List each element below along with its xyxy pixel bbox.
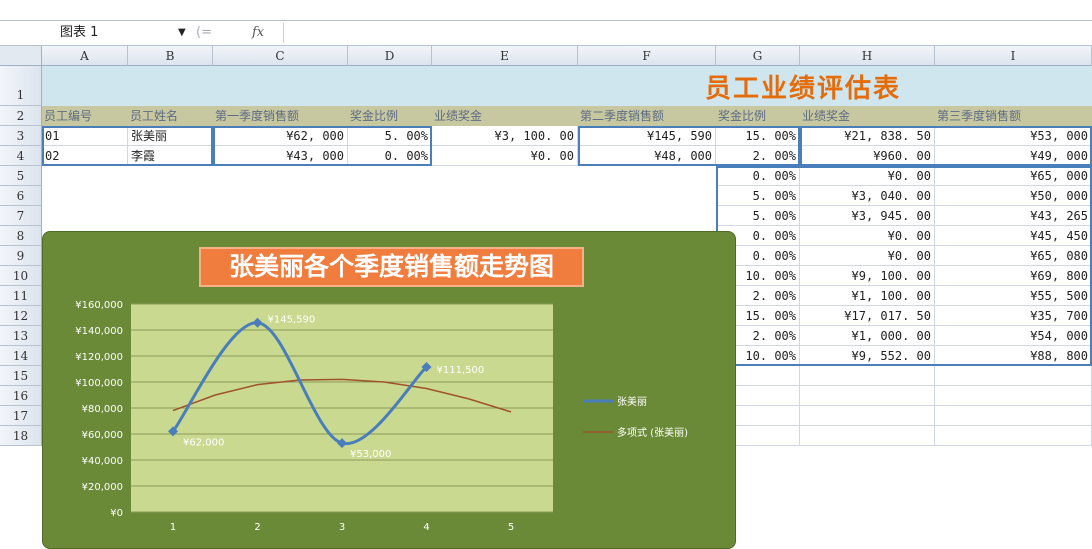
y-tick-label: ¥60,000	[82, 430, 123, 441]
sheet-title: 员工业绩评估表	[705, 74, 902, 104]
legend-label: 多项式 (张美丽)	[617, 426, 688, 439]
legend-label: 张美丽	[617, 395, 647, 408]
column-title: 员工编号	[44, 109, 93, 123]
y-tick-label: ¥40,000	[82, 456, 123, 467]
row-header-7[interactable]: 7	[0, 206, 42, 226]
row-header-15[interactable]: 15	[0, 366, 42, 386]
y-tick-label: ¥0	[110, 508, 123, 519]
data-label: ¥53,000	[350, 449, 391, 460]
column-header-H[interactable]: H	[800, 46, 935, 66]
row-header-12[interactable]: 12	[0, 306, 42, 326]
selection-box	[716, 166, 1092, 366]
row-header-10[interactable]: 10	[0, 266, 42, 286]
column-title: 第二季度销售额	[580, 109, 665, 123]
row-header-9[interactable]: 9	[0, 246, 42, 266]
column-header-A[interactable]: A	[42, 46, 128, 66]
row-header-17[interactable]: 17	[0, 406, 42, 426]
selection-box	[800, 126, 1092, 166]
selection-box	[578, 126, 800, 166]
chart-object[interactable]: 张美丽各个季度销售额走势图 ¥0 ¥20,000 ¥40,000 ¥60,000 ¥80…	[42, 231, 736, 549]
table-cell[interactable]	[935, 406, 1092, 426]
selection-box	[213, 126, 432, 166]
y-tick-label: ¥120,000	[75, 352, 123, 363]
x-tick-label: 1	[170, 522, 176, 533]
column-header-B[interactable]: B	[128, 46, 213, 66]
data-label: ¥62,000	[183, 437, 224, 448]
title-band	[42, 66, 1092, 106]
column-title: 员工姓名	[130, 109, 179, 123]
y-tick-label: ¥160,000	[75, 300, 123, 311]
table-cell[interactable]: ¥3, 100. 00	[432, 126, 578, 146]
data-label: ¥111,500	[437, 365, 485, 376]
table-cell[interactable]	[800, 366, 935, 386]
y-tick-label: ¥100,000	[75, 378, 123, 389]
insert-function-icon[interactable]: fx	[252, 22, 264, 44]
row-header-13[interactable]: 13	[0, 326, 42, 346]
table-cell[interactable]	[935, 386, 1092, 406]
column-title: 奖金比例	[718, 109, 767, 123]
column-title: 业绩奖金	[802, 109, 851, 123]
data-label: ¥145,590	[268, 315, 316, 326]
column-header-C[interactable]: C	[213, 46, 348, 66]
x-tick-label: 3	[339, 522, 345, 533]
table-cell[interactable]	[800, 426, 935, 446]
x-tick-label: 5	[508, 522, 514, 533]
formula-cancel-icon[interactable]: (=	[196, 22, 212, 44]
x-tick-label: 4	[423, 522, 429, 533]
y-tick-label: ¥140,000	[75, 326, 123, 337]
row-header-1[interactable]: 1	[0, 66, 42, 106]
row-header-3[interactable]: 3	[0, 126, 42, 146]
row-header-2[interactable]: 2	[0, 106, 42, 126]
column-title: 第一季度销售额	[215, 109, 300, 123]
table-cell[interactable]	[800, 406, 935, 426]
select-all-corner[interactable]	[0, 46, 42, 66]
column-header-E[interactable]: E	[432, 46, 578, 66]
selection-box	[42, 126, 213, 166]
table-cell[interactable]: ¥0. 00	[432, 146, 578, 166]
row-header-11[interactable]: 11	[0, 286, 42, 306]
table-cell[interactable]	[800, 386, 935, 406]
column-header-F[interactable]: F	[578, 46, 716, 66]
spreadsheet-grid: 员工业绩评估表 A B C D E F G H I 1 2 3 4 5 6 7 8 9 10 11 12 13 14 15 16…	[0, 46, 1092, 549]
y-tick-label: ¥80,000	[82, 404, 123, 415]
y-tick-label: ¥20,000	[82, 482, 123, 493]
line-chart: ¥0 ¥20,000 ¥40,000 ¥60,000 ¥80,000 ¥100,000 ¥1…	[75, 300, 688, 533]
row-header-16[interactable]: 16	[0, 386, 42, 406]
x-tick-label: 2	[254, 522, 260, 533]
row-header-5[interactable]: 5	[0, 166, 42, 186]
row-header-14[interactable]: 14	[0, 346, 42, 366]
table-cell[interactable]	[935, 366, 1092, 386]
formula-input[interactable]	[283, 23, 1088, 43]
column-header-D[interactable]: D	[348, 46, 432, 66]
row-header-18[interactable]: 18	[0, 426, 42, 446]
name-box-dropdown-icon[interactable]: ▼	[178, 23, 186, 43]
row-header-4[interactable]: 4	[0, 146, 42, 166]
table-cell[interactable]	[935, 426, 1092, 446]
name-box[interactable]: 图表 1	[58, 23, 188, 43]
column-title: 第三季度销售额	[937, 109, 1022, 123]
formula-bar: 图表 1 ▼ (= fx	[0, 20, 1092, 46]
column-title: 奖金比例	[350, 109, 399, 123]
row-header-6[interactable]: 6	[0, 186, 42, 206]
column-header-G[interactable]: G	[716, 46, 800, 66]
row-header-8[interactable]: 8	[0, 226, 42, 246]
column-title: 业绩奖金	[434, 109, 483, 123]
column-header-I[interactable]: I	[935, 46, 1092, 66]
